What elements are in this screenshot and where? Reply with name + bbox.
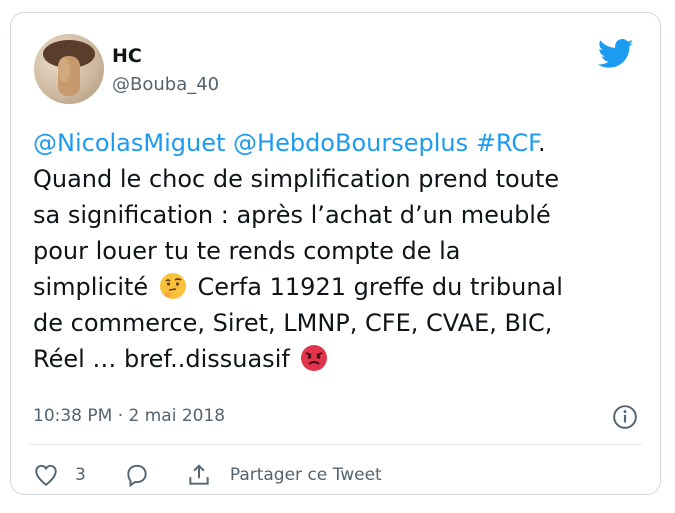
share-icon — [189, 464, 209, 485]
tweet-card[interactable]: HC @Bouba_40 @NicolasMiguet @HebdoBourse… — [10, 12, 661, 495]
mention-nicolasmiguet[interactable]: @NicolasMiguet — [33, 129, 225, 157]
text-line-7: Réel … bref..dissuasif — [33, 341, 633, 377]
tweet-actions: 3 Partager ce Tweet — [33, 460, 382, 490]
like-count: 3 — [75, 465, 86, 485]
author-handle[interactable]: @Bouba_40 — [112, 74, 219, 95]
share-button[interactable]: Partager ce Tweet — [186, 462, 382, 488]
text-line-5a: simplicité — [33, 273, 149, 301]
text-line-5b: Cerfa 11921 greffe du tribunal — [197, 273, 563, 301]
reply-icon — [127, 464, 147, 488]
text-line-5: simplicité Cerfa 11921 greffe du tribuna… — [33, 269, 633, 305]
like-button[interactable]: 3 — [33, 462, 86, 488]
avatar[interactable] — [34, 34, 104, 104]
tweet-timestamp[interactable]: 10:38 PM · 2 mai 2018 — [33, 406, 225, 426]
reply-button[interactable] — [124, 462, 150, 488]
twitter-bird-icon[interactable] — [598, 39, 634, 69]
text-period: . — [538, 129, 546, 157]
author-name[interactable]: HC — [112, 45, 142, 67]
text-line-6: de commerce, Siret, LMNP, CFE, CVAE, BIC… — [33, 309, 553, 337]
text-line-1: @NicolasMiguet @HebdoBourseplus #RCF. — [33, 125, 633, 161]
share-label: Partager ce Tweet — [229, 465, 382, 485]
info-icon[interactable] — [612, 404, 638, 430]
mention-hebdobourseplus[interactable]: @HebdoBourseplus — [233, 129, 468, 157]
text-line-4: pour louer tu te rends compte de la — [33, 237, 461, 265]
heart-icon — [35, 464, 57, 486]
thinking-face-emoji — [158, 271, 188, 301]
text-line-2: Quand le choc de simplification prend to… — [33, 165, 560, 193]
text-line-7a: Réel … bref..dissuasif — [33, 345, 290, 373]
divider — [29, 444, 642, 445]
angry-face-emoji — [299, 343, 329, 373]
hashtag-rcf[interactable]: #RCF — [476, 129, 538, 157]
tweet-text: @NicolasMiguet @HebdoBourseplus #RCF. Qu… — [33, 125, 633, 377]
text-line-3: sa signification : après l’achat d’un me… — [33, 201, 551, 229]
